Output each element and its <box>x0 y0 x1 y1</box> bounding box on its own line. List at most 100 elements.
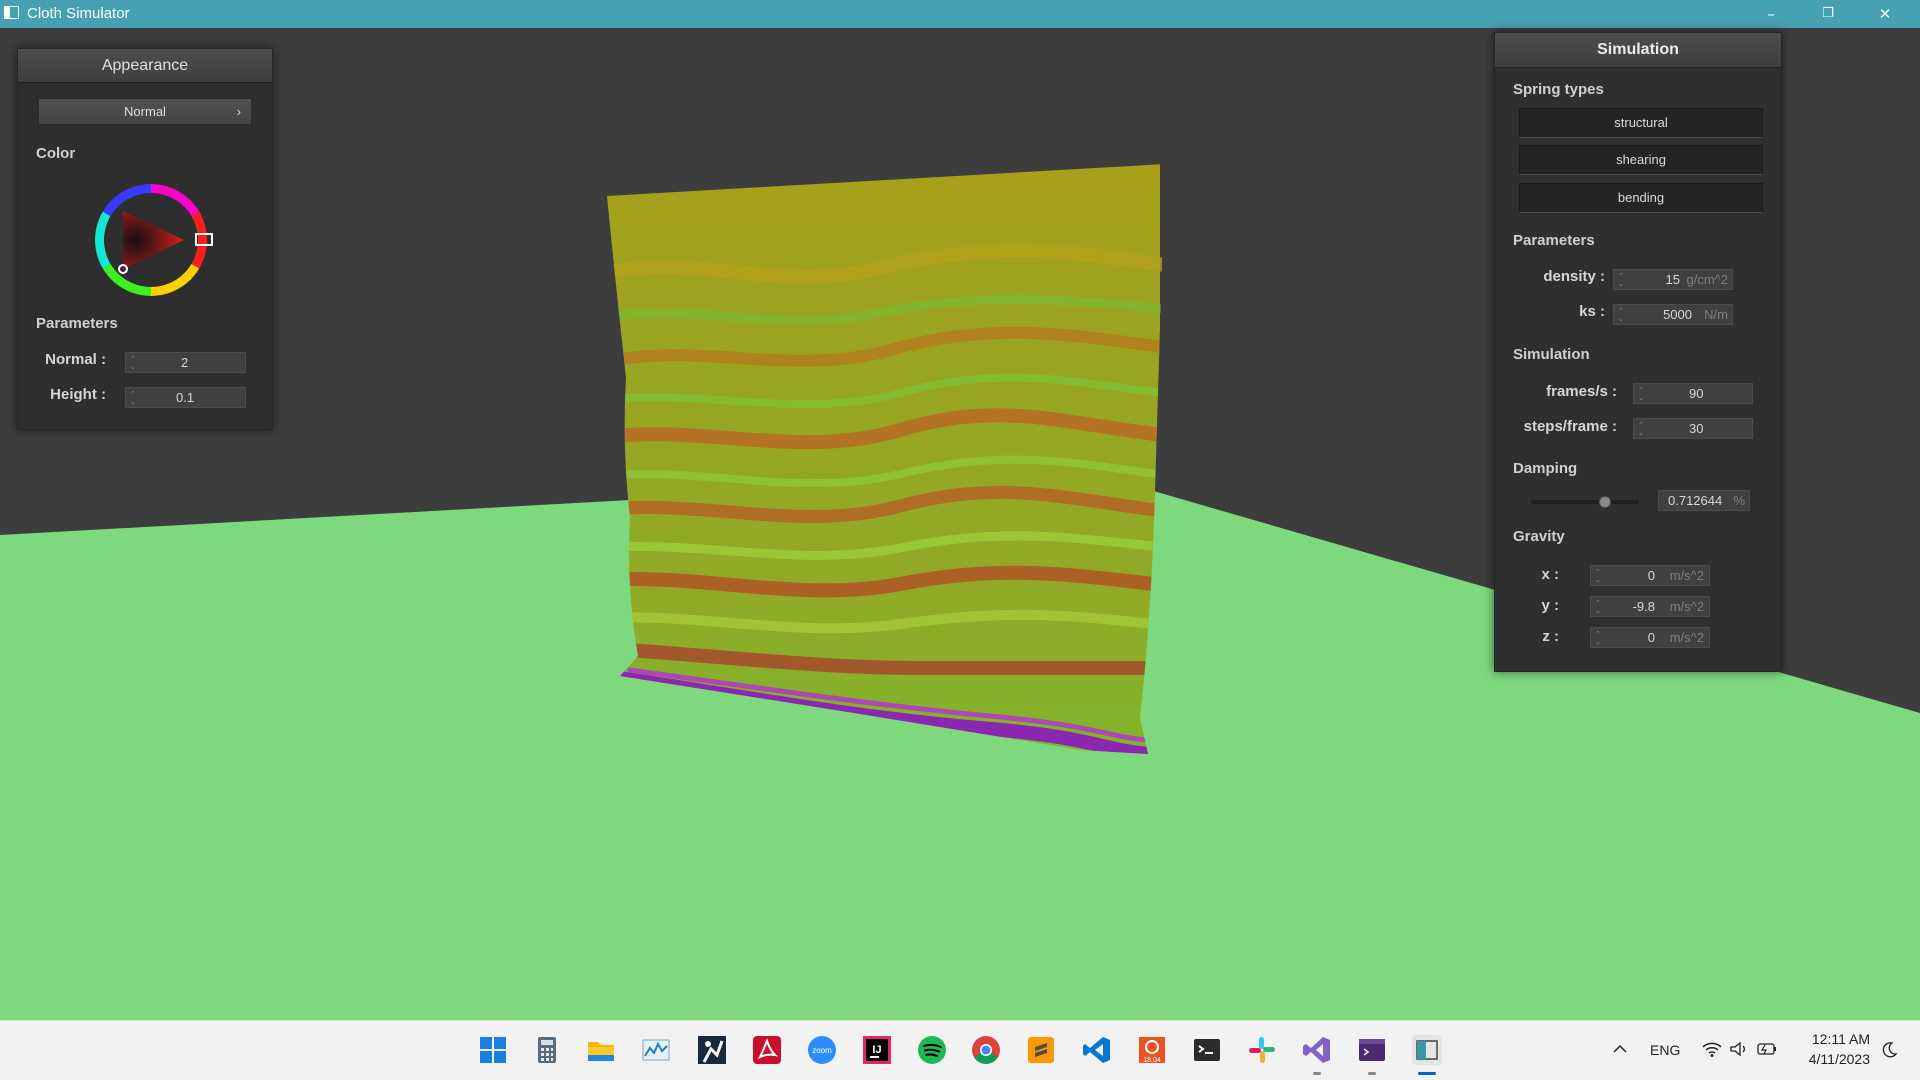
spin-arrows-icon[interactable]: ⌃ ⌄ <box>1618 307 1626 323</box>
restore-button[interactable]: ❐ <box>1805 0 1851 28</box>
spin-arrows-icon[interactable]: ⌃ ⌄ <box>130 355 138 371</box>
spin-arrows-icon[interactable]: ⌃ ⌄ <box>1595 599 1603 615</box>
spin-arrows-icon[interactable]: ⌃ ⌄ <box>1618 272 1626 288</box>
density-label: density : <box>1543 268 1605 285</box>
color-label: Color <box>36 145 76 162</box>
density-unit: g/cm^2 <box>1686 272 1728 287</box>
clock-time[interactable]: 12:11 AM <box>1800 1031 1870 1047</box>
calculator-icon[interactable] <box>532 1035 562 1065</box>
acrobat-reader-icon[interactable] <box>752 1035 782 1065</box>
app-icon <box>4 6 19 19</box>
steps-per-frame-spinbox[interactable]: ⌃ ⌄ 30 <box>1633 418 1753 439</box>
steps-per-frame-label: steps/frame : <box>1523 418 1617 435</box>
zoom-icon-label: zoom <box>812 1046 832 1055</box>
running-indicator <box>1368 1072 1376 1075</box>
slack-icon[interactable] <box>1247 1035 1277 1065</box>
zoom-icon[interactable]: zoom <box>807 1035 837 1065</box>
gravity-y-label: y : <box>1541 597 1559 614</box>
bending-spring-button[interactable]: bending <box>1519 183 1763 213</box>
title-bar: Cloth Simulator – ❐ ✕ <box>0 0 1920 28</box>
color-wheel-picker[interactable] <box>86 175 216 305</box>
appearance-panel-header: Appearance <box>18 49 272 83</box>
spin-arrows-icon[interactable]: ⌃ ⌄ <box>130 390 138 406</box>
chrome-icon[interactable] <box>971 1035 1001 1065</box>
normal-spinbox[interactable]: ⌃ ⌄ 2 <box>125 352 246 373</box>
clock-date[interactable]: 4/11/2023 <box>1796 1051 1870 1067</box>
damping-slider-track <box>1531 500 1639 504</box>
battery-icon[interactable] <box>1756 1041 1778 1062</box>
ks-value: 5000 <box>1663 307 1692 322</box>
steps-per-frame-value: 30 <box>1689 421 1704 436</box>
height-label: Height : <box>50 386 106 403</box>
spotify-icon[interactable] <box>917 1035 947 1065</box>
language-indicator[interactable]: ENG <box>1650 1042 1680 1058</box>
gravity-x-value: 0 <box>1647 568 1655 583</box>
performance-monitor-icon[interactable] <box>641 1035 671 1065</box>
gravity-x-label: x : <box>1541 566 1559 583</box>
gravity-x-unit: m/s^2 <box>1669 568 1704 583</box>
wifi-icon[interactable] <box>1702 1040 1722 1063</box>
vscode-icon[interactable] <box>1082 1035 1112 1065</box>
chevron-up-icon[interactable] <box>1612 1041 1628 1062</box>
taskbar: zoom IJ 18.04 ENG 12:11 AM 4/11/2023 <box>0 1020 1920 1080</box>
structural-spring-button[interactable]: structural <box>1519 108 1763 138</box>
floor-plane <box>0 500 630 1020</box>
density-value: 15 <box>1665 272 1680 287</box>
ubuntu-icon[interactable]: 18.04 <box>1137 1035 1167 1065</box>
volume-icon[interactable] <box>1729 1040 1749 1063</box>
spin-arrows-icon[interactable]: ⌃ ⌄ <box>1638 421 1646 437</box>
gravity-z-value: 0 <box>1647 630 1655 645</box>
spin-arrows-icon[interactable]: ⌃ ⌄ <box>1595 568 1603 584</box>
normal-mode-value: Normal <box>124 104 166 119</box>
ubuntu-icon-label: 18.04 <box>1143 1057 1161 1064</box>
shearing-spring-button[interactable]: shearing <box>1519 145 1763 175</box>
gravity-y-spinbox[interactable]: ⌃ ⌄ -9.8 m/s^2 <box>1590 596 1710 617</box>
visual-studio-icon[interactable] <box>1302 1035 1332 1065</box>
normal-value: 2 <box>181 355 189 370</box>
intellij-idea-icon[interactable]: IJ <box>862 1035 892 1065</box>
cloth-simulator-taskbar-icon[interactable] <box>1412 1035 1442 1065</box>
active-indicator <box>1418 1072 1436 1075</box>
frames-per-s-spinbox[interactable]: ⌃ ⌄ 90 <box>1633 383 1753 404</box>
cloth-mesh <box>607 164 1165 754</box>
gravity-z-label: z : <box>1542 628 1559 645</box>
window-title: Cloth Simulator <box>27 5 130 22</box>
gravity-z-spinbox[interactable]: ⌃ ⌄ 0 m/s^2 <box>1590 627 1710 648</box>
windows-start-icon[interactable] <box>478 1035 508 1065</box>
damping-slider[interactable] <box>1531 495 1639 509</box>
ks-label: ks : <box>1579 303 1605 320</box>
normal-label: Normal : <box>45 351 106 368</box>
running-indicator <box>1313 1072 1321 1075</box>
spring-types-label: Spring types <box>1513 81 1604 98</box>
jupyter-icon[interactable] <box>697 1035 727 1065</box>
spin-arrows-icon[interactable]: ⌃ ⌄ <box>1638 386 1646 402</box>
appearance-parameters-label: Parameters <box>36 315 118 332</box>
wsl-terminal-icon[interactable] <box>1357 1035 1387 1065</box>
damping-slider-handle[interactable] <box>1599 496 1611 508</box>
minimize-button[interactable]: – <box>1748 0 1794 28</box>
gravity-z-unit: m/s^2 <box>1669 630 1704 645</box>
damping-value: 0.712644 <box>1668 493 1723 508</box>
simulation-panel-header: Simulation <box>1495 33 1781 68</box>
gravity-x-spinbox[interactable]: ⌃ ⌄ 0 m/s^2 <box>1590 565 1710 586</box>
frames-per-s-label: frames/s : <box>1546 383 1617 400</box>
close-button[interactable]: ✕ <box>1862 0 1908 28</box>
height-value: 0.1 <box>176 390 195 405</box>
sublime-text-icon[interactable] <box>1026 1035 1056 1065</box>
simulation-panel: Simulation Spring types structural shear… <box>1494 32 1782 672</box>
ks-spinbox[interactable]: ⌃ ⌄ 5000 N/m <box>1613 304 1733 325</box>
file-explorer-icon[interactable] <box>586 1035 616 1065</box>
density-spinbox[interactable]: ⌃ ⌄ 15 g/cm^2 <box>1613 269 1733 290</box>
chevron-right-icon: › <box>236 104 241 119</box>
gravity-y-unit: m/s^2 <box>1669 599 1704 614</box>
normal-mode-dropdown[interactable]: Normal › <box>38 98 252 125</box>
focus-moon-icon[interactable] <box>1880 1041 1898 1064</box>
damping-label: Damping <box>1513 460 1578 477</box>
height-spinbox[interactable]: ⌃ ⌄ 0.1 <box>125 387 246 408</box>
gravity-label: Gravity <box>1513 528 1565 545</box>
damping-field[interactable]: 0.712644 % <box>1658 490 1750 511</box>
spin-arrows-icon[interactable]: ⌃ ⌄ <box>1595 630 1603 646</box>
terminal-icon[interactable] <box>1192 1035 1222 1065</box>
frames-per-s-value: 90 <box>1689 386 1704 401</box>
gravity-y-value: -9.8 <box>1632 599 1655 614</box>
